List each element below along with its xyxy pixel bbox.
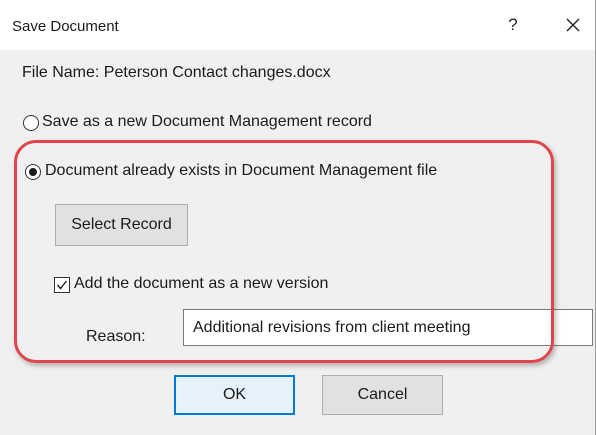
cancel-button[interactable]: Cancel [322, 375, 443, 415]
dialog-title: Save Document [12, 18, 119, 35]
new-version-label[interactable]: Add the document as a new version [74, 275, 328, 293]
help-button[interactable]: ? [496, 9, 530, 41]
close-button[interactable] [556, 9, 590, 41]
checkmark-icon [56, 280, 68, 290]
new-version-checkbox[interactable] [54, 277, 70, 293]
close-icon [566, 18, 580, 32]
title-bar: Save Document ? [0, 0, 595, 50]
reason-label: Reason: [86, 328, 146, 345]
save-document-dialog: Save Document ? File Name: Peterson Cont… [0, 0, 596, 435]
reason-input[interactable]: Additional revisions from client meeting [183, 309, 593, 346]
select-record-button[interactable]: Select Record [55, 204, 188, 246]
ok-button[interactable]: OK [174, 375, 295, 415]
new-record-label[interactable]: Save as a new Document Management record [42, 113, 372, 131]
existing-document-label[interactable]: Document already exists in Document Mana… [45, 162, 437, 180]
file-name-label: File Name: Peterson Contact changes.docx [22, 64, 331, 81]
radio-selected-dot [29, 168, 37, 176]
existing-document-radio[interactable] [25, 164, 41, 180]
new-record-radio[interactable] [23, 115, 39, 131]
